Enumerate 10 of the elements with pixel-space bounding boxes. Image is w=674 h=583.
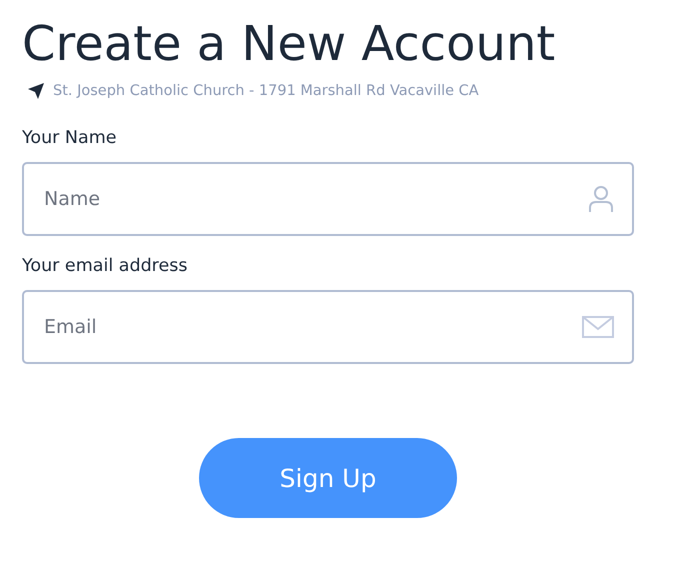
- person-icon: [588, 185, 614, 213]
- location-arrow-icon: [27, 82, 45, 100]
- field-label: Your email address: [22, 256, 188, 276]
- mail-icon: [582, 316, 614, 338]
- page-title: Create a New Account: [22, 16, 556, 72]
- input-field[interactable]: Email: [22, 290, 634, 364]
- sign-up-button[interactable]: Sign Up: [199, 438, 457, 518]
- input-field[interactable]: Name: [22, 162, 634, 236]
- location-text: St. Joseph Catholic Church - 1791 Marshall Rd Vacaville CA: [53, 83, 479, 99]
- field-label: Your Name: [22, 128, 118, 148]
